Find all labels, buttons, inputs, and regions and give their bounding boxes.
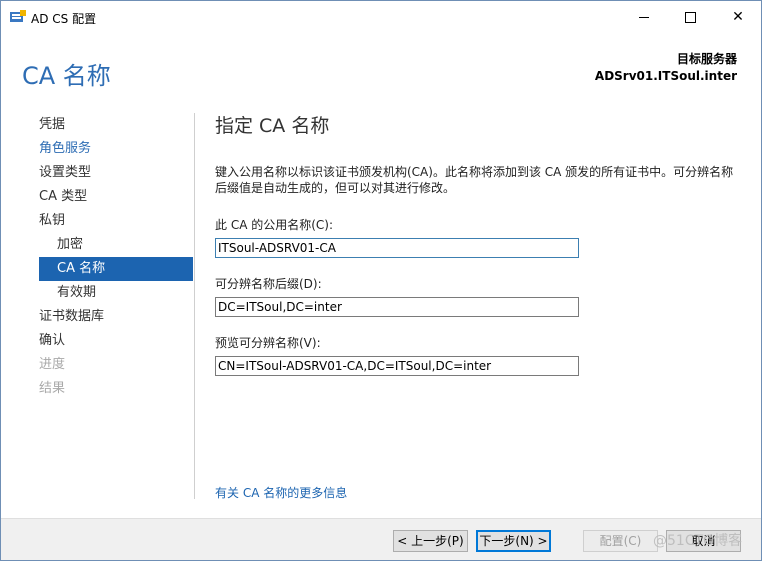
nav-item-credentials[interactable]: 凭据 xyxy=(39,113,193,137)
close-icon: ✕ xyxy=(732,9,744,25)
window-title: AD CS 配置 xyxy=(31,12,97,26)
page-title: CA 名称 xyxy=(22,62,111,90)
ad-cs-config-window: AD CS 配置 ✕ CA 名称 目标服务器 ADSrv01.ITSoul.in… xyxy=(0,0,762,561)
nav-item-cryptography[interactable]: 加密 xyxy=(39,233,193,257)
main-content: 指定 CA 名称 键入公用名称以标识该证书颁发机构(CA)。此名称将添加到该 C… xyxy=(215,111,735,393)
dn-suffix-input[interactable]: DC=ITSoul,DC=inter xyxy=(215,297,579,317)
nav-item-certificate-database[interactable]: 证书数据库 xyxy=(39,305,193,329)
nav-item-validity-period[interactable]: 有效期 xyxy=(39,281,193,305)
description-text: 键入公用名称以标识该证书颁发机构(CA)。此名称将添加到该 CA 颁发的所有证书… xyxy=(215,165,734,195)
nav-item-ca-type[interactable]: CA 类型 xyxy=(39,185,193,209)
nav-item-private-key[interactable]: 私钥 xyxy=(39,209,193,233)
next-button[interactable]: 下一步(N) > xyxy=(476,530,551,552)
more-info-link[interactable]: 有关 CA 名称的更多信息 xyxy=(215,484,347,501)
nav-item-results: 结果 xyxy=(39,381,66,396)
dn-suffix-label: 可分辨名称后缀(D): xyxy=(215,277,322,291)
maximize-button[interactable] xyxy=(667,1,713,34)
previous-button[interactable]: < 上一步(P) xyxy=(393,530,468,552)
nav-item-role-services[interactable]: 角色服务 xyxy=(39,137,193,161)
watermark: @51CTO博客 xyxy=(653,533,743,549)
common-name-label: 此 CA 的公用名称(C): xyxy=(215,218,334,232)
wizard-nav: 凭据 角色服务 设置类型 CA 类型 私钥 加密 CA 名称 有效期 证书数据库… xyxy=(39,113,193,401)
content-heading: 指定 CA 名称 xyxy=(215,115,330,137)
nav-divider xyxy=(194,113,195,499)
title-bar: AD CS 配置 ✕ xyxy=(1,1,761,34)
configure-button: 配置(C) xyxy=(583,530,658,552)
preview-dn-label: 预览可分辨名称(V): xyxy=(215,336,321,350)
common-name-input[interactable]: ITSoul-ADSRV01-CA xyxy=(215,238,579,258)
target-server-name: ADSrv01.ITSoul.inter xyxy=(594,69,737,83)
server-manager-icon xyxy=(10,10,26,22)
footer-buttons: < 上一步(P) 下一步(N) > 配置(C) 取消 xyxy=(1,518,761,560)
nav-item-setup-type[interactable]: 设置类型 xyxy=(39,161,193,185)
nav-item-confirmation[interactable]: 确认 xyxy=(39,329,193,353)
minimize-icon xyxy=(639,16,649,18)
preview-dn-field: CN=ITSoul-ADSRV01-CA,DC=ITSoul,DC=inter xyxy=(215,356,579,376)
target-server-label: 目标服务器 xyxy=(676,52,737,66)
nav-item-progress: 进度 xyxy=(39,357,66,372)
minimize-button[interactable] xyxy=(621,1,667,34)
nav-item-ca-name[interactable]: CA 名称 xyxy=(39,257,193,281)
close-button[interactable]: ✕ xyxy=(715,1,761,34)
maximize-icon xyxy=(684,11,696,23)
